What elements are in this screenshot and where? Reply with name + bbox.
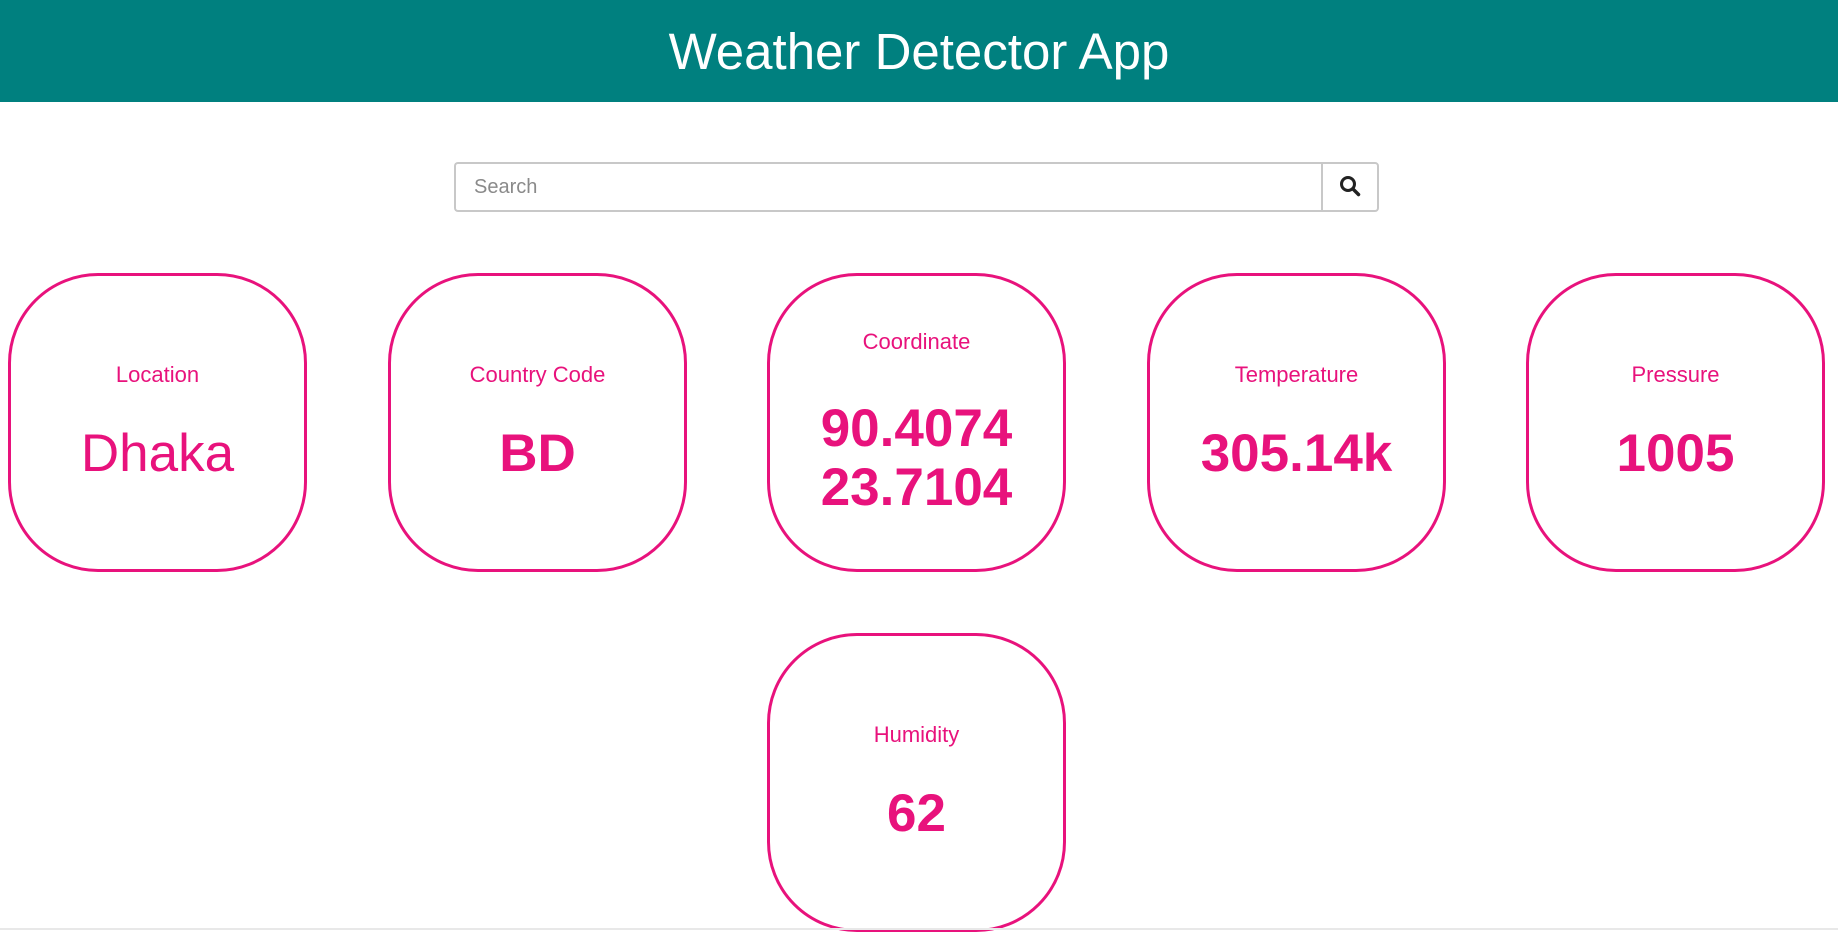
country-code-card: Country Code BD (388, 273, 687, 572)
location-label: Location (115, 362, 200, 387)
search-bar (454, 162, 1379, 212)
humidity-label: Humidity (873, 722, 960, 747)
coordinate-card: Coordinate 90.4074 23.7104 (767, 273, 1066, 572)
pressure-value: 1005 (1616, 424, 1735, 483)
temperature-value: 305.14k (1200, 424, 1393, 483)
coordinate-longitude-value: 90.4074 (820, 398, 1013, 458)
temperature-card: Temperature 305.14k (1147, 273, 1446, 572)
coordinate-latitude-value: 23.7104 (820, 457, 1013, 517)
country-code-value: BD (499, 424, 576, 483)
location-value: Dhaka (80, 424, 235, 483)
pressure-card: Pressure 1005 (1526, 273, 1825, 572)
app-header: Weather Detector App (0, 0, 1838, 102)
search-button[interactable] (1321, 162, 1379, 212)
search-input[interactable] (454, 162, 1321, 212)
humidity-card: Humidity 62 (767, 633, 1066, 932)
humidity-value: 62 (887, 784, 946, 843)
search-icon (1339, 175, 1361, 200)
temperature-label: Temperature (1234, 362, 1359, 387)
app-title: Weather Detector App (668, 22, 1170, 80)
country-code-label: Country Code (469, 362, 606, 387)
pressure-label: Pressure (1631, 362, 1720, 387)
coordinate-label: Coordinate (862, 328, 971, 354)
location-card: Location Dhaka (8, 273, 307, 572)
